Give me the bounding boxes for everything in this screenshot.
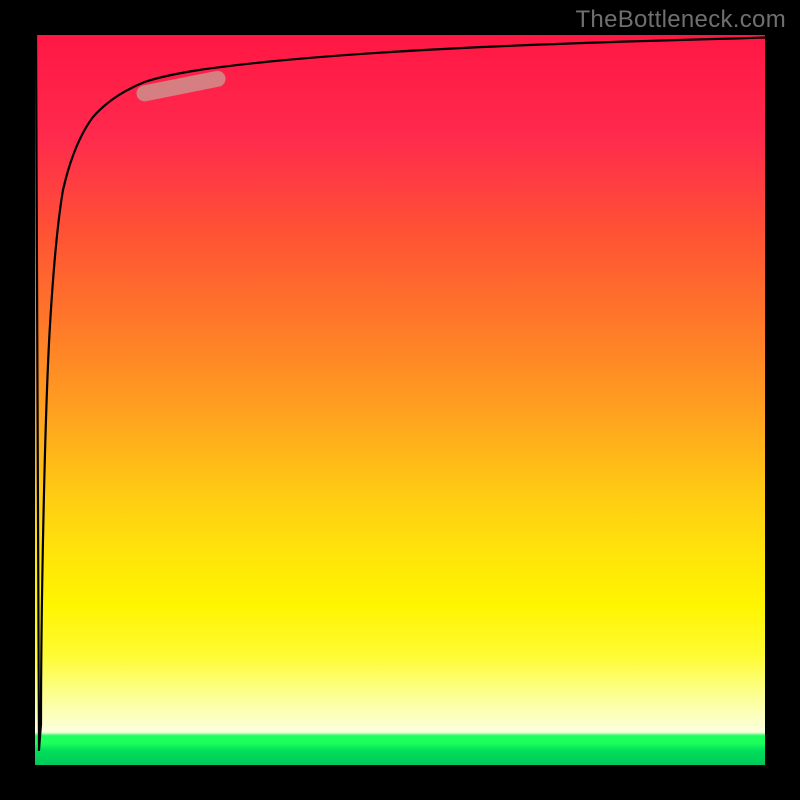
curve-highlight-segment	[145, 79, 218, 94]
watermark-text: TheBottleneck.com	[575, 6, 786, 34]
chart-curve-layer	[35, 35, 765, 765]
chart-frame: TheBottleneck.com	[0, 0, 800, 800]
bottleneck-curve	[36, 35, 765, 750]
plot-area	[35, 35, 765, 765]
